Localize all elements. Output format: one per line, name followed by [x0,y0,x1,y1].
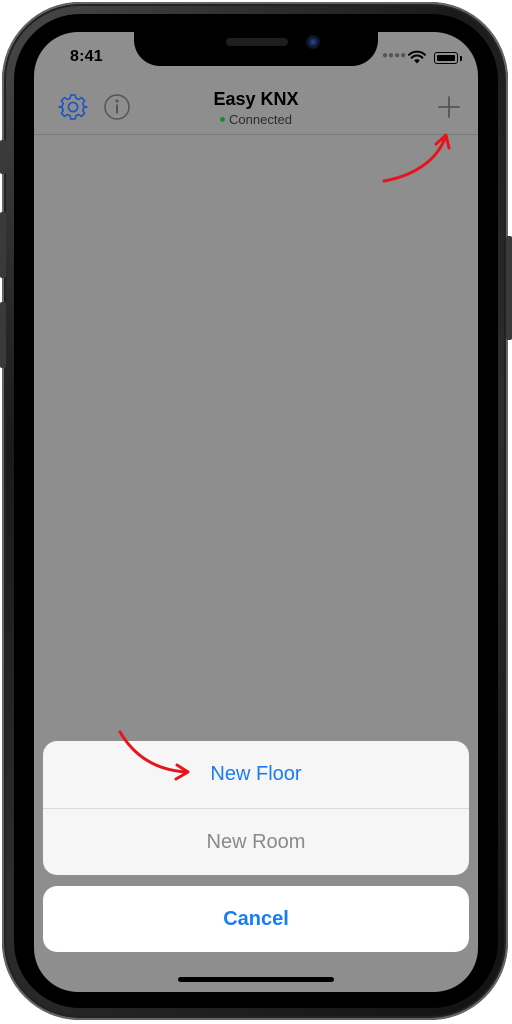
action-sheet-options: New Floor New Room [43,741,469,875]
app-title: Easy KNX [213,89,299,109]
signal-dots-icon: ●●●● [382,50,407,61]
new-floor-button[interactable]: New Floor [43,741,469,808]
connection-dot [220,117,226,123]
new-room-button[interactable]: New Room [43,809,469,875]
volume-down-button [0,302,6,368]
plus-icon[interactable] [434,92,464,122]
connection-label: Connected [229,112,292,127]
screen: 8:41 ●●●● Easy KNX Connected New Floor N… [34,32,478,992]
speaker-grille [226,38,288,46]
home-indicator[interactable] [178,977,334,982]
power-button [506,236,512,340]
front-camera [306,35,320,49]
volume-up-button [0,212,6,278]
notch [134,32,378,66]
status-time: 8:41 [70,48,103,65]
connection-status: Connected [34,112,478,127]
navigation-bar: Easy KNX Connected [34,82,478,135]
wifi-icon [408,50,426,64]
cancel-button[interactable]: Cancel [43,886,469,952]
battery-tip [460,56,462,61]
battery-icon [434,52,458,64]
silent-switch [0,140,6,174]
